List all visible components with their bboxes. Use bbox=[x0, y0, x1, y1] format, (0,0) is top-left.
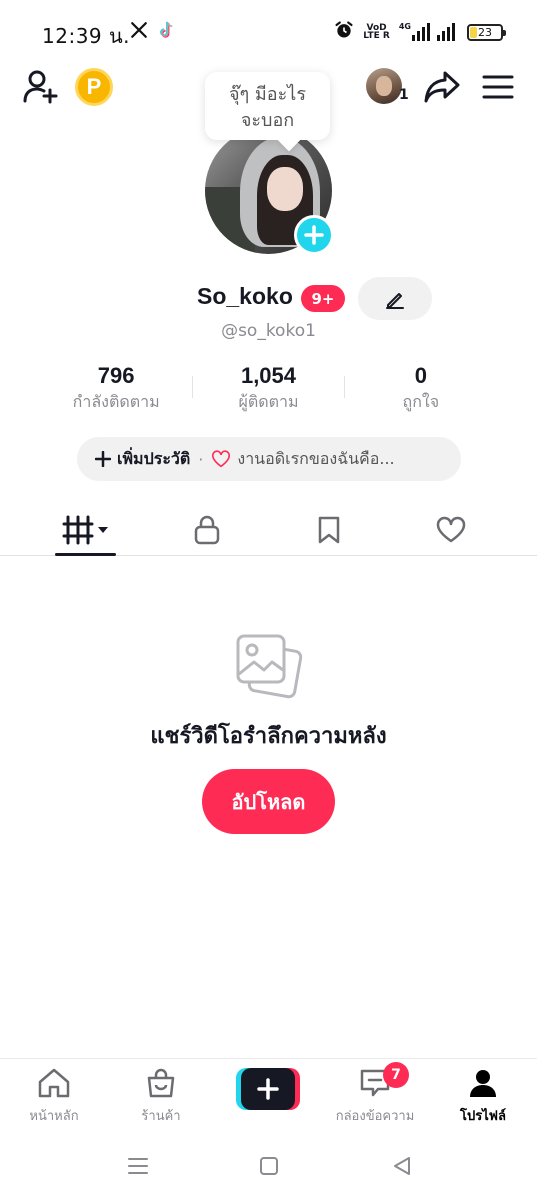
stat-likes-value: 0 bbox=[414, 363, 427, 388]
nav-inbox[interactable]: กล่องข้อความ bbox=[321, 1067, 429, 1126]
name-row: So_koko 9+ bbox=[0, 276, 537, 322]
videos-tab-icon bbox=[62, 515, 108, 545]
x-logo-icon bbox=[130, 21, 148, 43]
active-tab-indicator bbox=[55, 553, 116, 556]
notification-badge[interactable]: 9+ bbox=[301, 285, 345, 312]
status-time: 12:39 น. bbox=[42, 24, 131, 48]
pencil-icon bbox=[386, 292, 404, 309]
note-bubble[interactable]: จุ๊ๆ มีอะไร จะบอก bbox=[205, 72, 330, 140]
stat-following[interactable]: 796 กำลังติดตาม bbox=[40, 362, 192, 418]
stat-followers[interactable]: 1,054 ผู้ติดตาม bbox=[192, 362, 345, 418]
stat-likes-label: ถูกใจ bbox=[402, 392, 440, 411]
shop-bag-icon bbox=[147, 1068, 175, 1098]
stat-followers-label: ผู้ติดตาม bbox=[238, 392, 299, 411]
note-bubble-line1: จุ๊ๆ มีอะไร bbox=[228, 84, 306, 105]
bottom-nav: หน้าหลัก ร้านค้า กล่องข้อความ โปรไฟล์ bbox=[0, 1058, 537, 1132]
alarm-icon bbox=[334, 20, 354, 44]
add-friend-icon[interactable] bbox=[22, 68, 58, 108]
system-nav-bar bbox=[0, 1140, 537, 1200]
note-bubble-line2: จะบอก bbox=[240, 110, 295, 131]
nav-home[interactable]: หน้าหลัก bbox=[0, 1067, 108, 1126]
tab-videos[interactable] bbox=[56, 506, 116, 554]
stat-likes[interactable]: 0 ถูกใจ bbox=[345, 362, 497, 418]
plus-icon bbox=[304, 225, 324, 245]
create-button[interactable] bbox=[236, 1068, 300, 1110]
friend-avatar[interactable] bbox=[366, 68, 402, 104]
friend-count: 1 bbox=[399, 87, 409, 103]
add-story-button[interactable] bbox=[294, 215, 334, 255]
bookmark-icon bbox=[318, 516, 340, 544]
stats-row: 796 กำลังติดตาม 1,054 ผู้ติดตาม 0 ถูกใจ bbox=[40, 362, 497, 418]
nav-profile[interactable]: โปรไฟล์ bbox=[429, 1067, 537, 1126]
home-button-icon[interactable] bbox=[259, 1156, 279, 1180]
battery-fill bbox=[470, 26, 478, 38]
nav-profile-label: โปรไฟล์ bbox=[460, 1109, 506, 1124]
tab-liked[interactable] bbox=[421, 506, 481, 554]
status-right-icons: VoD LTE R 4G 23 bbox=[334, 20, 506, 44]
stat-following-label: กำลังติดตาม bbox=[72, 392, 160, 411]
edit-profile-button[interactable] bbox=[358, 277, 432, 320]
signal-icon: 4G bbox=[399, 23, 458, 41]
heart-outline-icon bbox=[212, 450, 231, 468]
add-bio-button[interactable]: เพิ่มประวัติ bbox=[95, 447, 190, 472]
back-icon[interactable] bbox=[392, 1156, 412, 1180]
heart-icon bbox=[436, 516, 466, 543]
status-bar: 12:39 น. VoD LTE R 4G 23 bbox=[0, 0, 537, 62]
profile-icon bbox=[470, 1070, 496, 1097]
username: @so_koko1 bbox=[0, 321, 537, 341]
nav-inbox-label: กล่องข้อความ bbox=[335, 1109, 415, 1124]
bio-separator: · bbox=[198, 449, 204, 469]
stat-following-value: 796 bbox=[97, 363, 135, 388]
status-left-icons bbox=[130, 20, 176, 44]
bio-suggestion-text: งานอดิเรกของฉันคือ... bbox=[237, 448, 395, 468]
battery-level: 23 bbox=[478, 25, 492, 39]
tiktok-icon bbox=[158, 20, 176, 44]
recent-apps-icon[interactable] bbox=[127, 1156, 149, 1180]
tab-private[interactable] bbox=[177, 506, 237, 554]
plus-icon bbox=[95, 451, 111, 467]
stat-followers-value: 1,054 bbox=[240, 363, 297, 388]
nav-home-label: หน้าหลัก bbox=[29, 1109, 79, 1124]
network-volte-label: VoD LTE R bbox=[363, 23, 390, 41]
upload-button[interactable]: อัปโหลด bbox=[202, 769, 335, 834]
tab-saved[interactable] bbox=[299, 506, 359, 554]
bio-pill[interactable]: เพิ่มประวัติ · งานอดิเรกของฉันคือ... bbox=[77, 437, 461, 481]
stat-divider bbox=[192, 376, 194, 398]
username-text: @so_koko1 bbox=[221, 321, 316, 341]
inbox-badge: 7 bbox=[383, 1062, 409, 1088]
coin-icon[interactable]: P bbox=[75, 68, 113, 106]
empty-state-title: แชร์วิดีโอรำลึกความหลัง bbox=[150, 724, 387, 749]
home-icon bbox=[38, 1068, 70, 1098]
battery-icon: 23 bbox=[467, 23, 506, 41]
content-tabs bbox=[0, 498, 537, 556]
share-icon[interactable] bbox=[423, 70, 461, 108]
add-bio-label: เพิ่มประวัติ bbox=[117, 448, 191, 468]
nav-shop-label: ร้านค้า bbox=[141, 1109, 181, 1124]
plus-icon bbox=[257, 1078, 279, 1100]
image-placeholder-icon bbox=[234, 632, 304, 706]
bio-suggestion[interactable]: งานอดิเรกของฉันคือ... bbox=[211, 447, 395, 472]
lock-icon bbox=[194, 515, 220, 545]
coin-letter: P bbox=[86, 74, 102, 99]
menu-icon[interactable] bbox=[482, 74, 514, 104]
display-name: So_koko bbox=[197, 283, 293, 309]
nav-shop[interactable]: ร้านค้า bbox=[107, 1067, 215, 1126]
network-type-label: 4G bbox=[398, 22, 411, 31]
